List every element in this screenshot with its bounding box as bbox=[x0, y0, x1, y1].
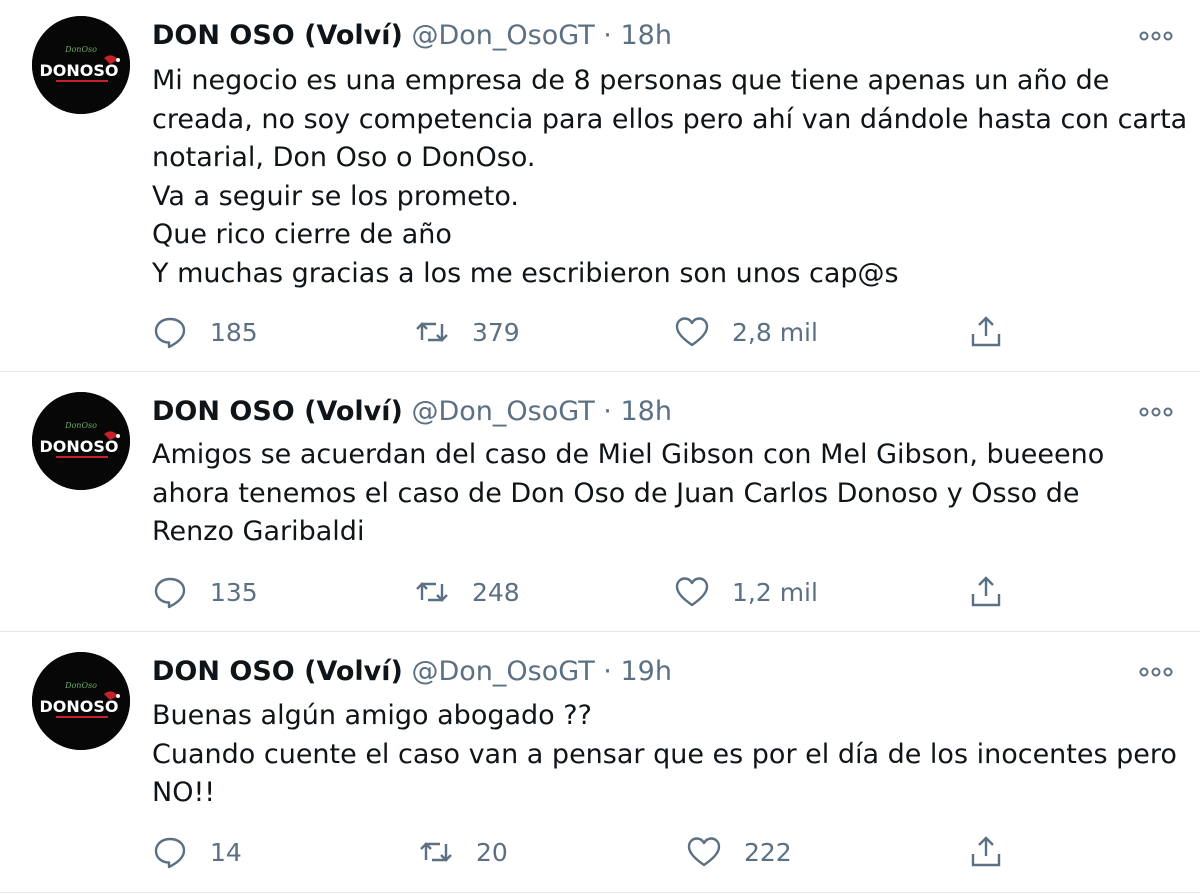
tweet-text-line: Y muchas gracias a los me escribieron so… bbox=[152, 257, 899, 289]
share-icon bbox=[968, 574, 1004, 610]
reply-icon bbox=[152, 834, 188, 870]
author-handle[interactable]: @Don_OsoGT bbox=[411, 396, 594, 427]
reply-icon bbox=[152, 574, 188, 610]
tweet-header: DON OSO (Volví) @Don_OsoGT · 19h bbox=[152, 652, 672, 692]
share-button[interactable] bbox=[968, 570, 1004, 614]
author-handle[interactable]: @Don_OsoGT bbox=[411, 656, 594, 687]
tweet-text-line: Renzo Garibaldi bbox=[152, 516, 365, 547]
author-name[interactable]: DON OSO (Volví) bbox=[152, 656, 403, 687]
share-icon bbox=[968, 834, 1004, 870]
tweet-text: Buenas algún amigo abogado ?? Cuando cue… bbox=[152, 697, 1177, 813]
tweet-text-line: Buenas algún amigo abogado ?? bbox=[152, 700, 592, 731]
tweet-text-line: Cuando cuente el caso van a pensar que e… bbox=[152, 738, 1177, 770]
reply-button[interactable]: 135 bbox=[152, 570, 258, 614]
reply-count: 135 bbox=[210, 577, 258, 607]
like-icon bbox=[674, 314, 710, 350]
more-icon[interactable] bbox=[1136, 660, 1176, 684]
tweet[interactable]: DonOso DONOSO DON OSO (Volví) @Don_OsoGT… bbox=[0, 0, 1200, 372]
tweet-text-line: NO!! bbox=[152, 777, 216, 808]
author-handle[interactable]: @Don_OsoGT bbox=[411, 20, 594, 51]
avatar[interactable]: DonOso DONOSO bbox=[32, 16, 130, 114]
avatar-logo: DonOso DONOSO bbox=[32, 16, 130, 114]
avatar[interactable]: DonOso DONOSO bbox=[32, 392, 130, 490]
tweet[interactable]: DonOso DONOSO DON OSO (Volví) @Don_OsoGT… bbox=[0, 372, 1200, 632]
reply-icon bbox=[152, 314, 188, 350]
avatar[interactable]: DonOso DONOSO bbox=[32, 652, 130, 750]
retweet-count: 379 bbox=[472, 317, 520, 347]
separator-dot: · bbox=[603, 396, 612, 427]
retweet-button[interactable]: 248 bbox=[414, 570, 520, 614]
svg-text:DonOso: DonOso bbox=[64, 421, 97, 430]
retweet-count: 20 bbox=[476, 837, 508, 867]
svg-text:DONOSO: DONOSO bbox=[40, 437, 119, 456]
tweet-header: DON OSO (Volví) @Don_OsoGT · 18h bbox=[152, 16, 672, 56]
tweet-actions: 185 379 2,8 mil bbox=[0, 310, 1200, 354]
like-button[interactable]: 1,2 mil bbox=[674, 570, 818, 614]
tweet-actions: 135 248 1,2 mil bbox=[0, 570, 1200, 614]
avatar-logo: DonOso DONOSO bbox=[32, 652, 130, 750]
svg-text:DONOSO: DONOSO bbox=[40, 697, 119, 716]
separator-dot: · bbox=[603, 20, 612, 51]
reply-count: 14 bbox=[210, 837, 242, 867]
svg-text:DONOSO: DONOSO bbox=[40, 61, 119, 80]
tweet-time[interactable]: 18h bbox=[620, 20, 671, 51]
avatar-logo: DonOso DONOSO bbox=[32, 392, 130, 490]
share-button[interactable] bbox=[968, 830, 1004, 874]
separator-dot: · bbox=[603, 656, 612, 687]
like-count: 222 bbox=[744, 837, 792, 867]
tweet-text-line: creada, no soy competencia para ellos pe… bbox=[152, 103, 1188, 135]
share-button[interactable] bbox=[968, 310, 1004, 354]
retweet-icon bbox=[414, 314, 450, 350]
reply-count: 185 bbox=[210, 317, 258, 347]
share-icon bbox=[968, 314, 1004, 350]
svg-text:DonOso: DonOso bbox=[64, 45, 97, 54]
tweet-text: Mi negocio es una empresa de 8 personas … bbox=[152, 62, 1188, 293]
retweet-icon bbox=[414, 574, 450, 610]
more-icon[interactable] bbox=[1136, 24, 1176, 48]
reply-button[interactable]: 185 bbox=[152, 310, 258, 354]
tweet-text-line: ahora tenemos el caso de Don Oso de Juan… bbox=[152, 477, 1080, 509]
reply-button[interactable]: 14 bbox=[152, 830, 242, 874]
like-button[interactable]: 222 bbox=[686, 830, 792, 874]
retweet-count: 248 bbox=[472, 577, 520, 607]
like-button[interactable]: 2,8 mil bbox=[674, 310, 818, 354]
retweet-icon bbox=[418, 834, 454, 870]
tweet-time[interactable]: 19h bbox=[620, 656, 671, 687]
author-name[interactable]: DON OSO (Volví) bbox=[152, 396, 403, 427]
svg-text:DonOso: DonOso bbox=[64, 681, 97, 690]
like-icon bbox=[674, 574, 710, 610]
retweet-button[interactable]: 379 bbox=[414, 310, 520, 354]
tweet-feed: DonOso DONOSO DON OSO (Volví) @Don_OsoGT… bbox=[0, 0, 1200, 895]
tweet-text-line: Mi negocio es una empresa de 8 personas … bbox=[152, 65, 1110, 96]
tweet-text-line: notarial, Don Oso o DonOso. bbox=[152, 142, 536, 173]
more-icon[interactable] bbox=[1136, 400, 1176, 424]
like-icon bbox=[686, 834, 722, 870]
tweet-time[interactable]: 18h bbox=[620, 396, 671, 427]
tweet-text-line: Amigos se acuerdan del caso de Miel Gibs… bbox=[152, 439, 1105, 470]
tweet-text-line: Que rico cierre de año bbox=[152, 219, 452, 250]
author-name[interactable]: DON OSO (Volví) bbox=[152, 20, 403, 51]
retweet-button[interactable]: 20 bbox=[418, 830, 508, 874]
like-count: 1,2 mil bbox=[732, 577, 818, 607]
like-count: 2,8 mil bbox=[732, 317, 818, 347]
tweet-divider bbox=[0, 892, 1200, 893]
tweet-actions: 14 20 222 bbox=[0, 830, 1200, 874]
tweet[interactable]: DonOso DONOSO DON OSO (Volví) @Don_OsoGT… bbox=[0, 632, 1200, 895]
tweet-text: Amigos se acuerdan del caso de Miel Gibs… bbox=[152, 436, 1172, 552]
tweet-header: DON OSO (Volví) @Don_OsoGT · 18h bbox=[152, 392, 672, 432]
tweet-text-line: Va a seguir se los prometo. bbox=[152, 180, 519, 212]
